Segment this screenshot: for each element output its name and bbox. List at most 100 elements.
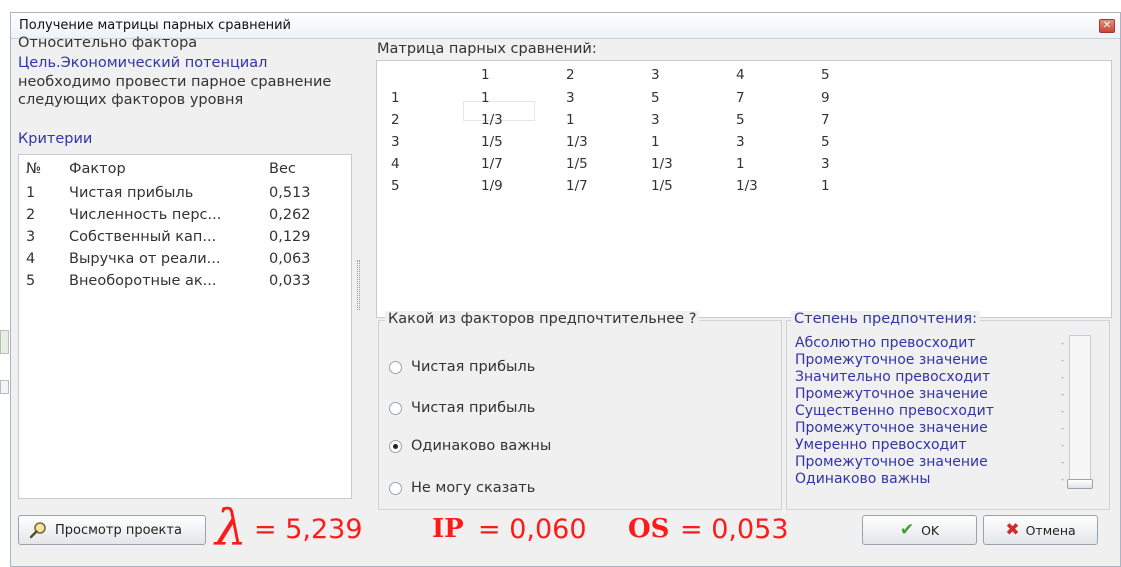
matrix-cell[interactable]: 1 bbox=[736, 156, 745, 172]
radio-label: Чистая прибыль bbox=[411, 400, 536, 416]
matrix-cell[interactable]: 5 bbox=[651, 90, 660, 106]
matrix-cell[interactable]: 1/5 bbox=[481, 134, 503, 150]
matrix-row-header: 5 bbox=[391, 178, 400, 194]
matrix-cell[interactable]: 1/5 bbox=[566, 156, 588, 172]
matrix-cell[interactable]: 1 bbox=[651, 134, 660, 150]
view-project-button[interactable]: Просмотр проекта bbox=[18, 515, 206, 545]
slider-tick: - bbox=[1061, 390, 1065, 400]
radio-button[interactable] bbox=[389, 401, 402, 415]
criteria-label: Критерии bbox=[18, 131, 93, 147]
comparison-matrix[interactable]: 1 2 3 4 5 1 1 3 5 7 9 2 1/3 1 3 5 7 3 1/… bbox=[376, 60, 1112, 318]
matrix-cell[interactable]: 1 bbox=[481, 90, 490, 106]
factor-num: 3 bbox=[26, 229, 36, 245]
column-header-weight: Вес bbox=[269, 161, 296, 177]
matrix-col-header: 2 bbox=[566, 67, 575, 83]
preference-option-factor-b[interactable]: Чистая прибыль bbox=[389, 398, 535, 418]
radio-button[interactable] bbox=[389, 360, 402, 374]
matrix-cell[interactable]: 5 bbox=[821, 134, 830, 150]
matrix-row-header: 1 bbox=[391, 90, 400, 106]
matrix-cell[interactable]: 7 bbox=[736, 90, 745, 106]
ip-value: = 0,060 bbox=[478, 514, 587, 545]
list-item[interactable]: 5 Внеоборотные ак... 0,033 bbox=[19, 273, 351, 295]
matrix-col-header: 4 bbox=[736, 67, 745, 83]
matrix-cell[interactable]: 1/9 bbox=[481, 178, 503, 194]
matrix-row-header: 3 bbox=[391, 134, 400, 150]
factor-num: 1 bbox=[26, 185, 36, 201]
degree-item[interactable]: Умеренно превосходит bbox=[795, 437, 966, 453]
slider-tick: - bbox=[1061, 356, 1065, 366]
os-value: = 0,053 bbox=[680, 514, 789, 545]
panel-splitter[interactable] bbox=[357, 260, 360, 310]
radio-button-selected[interactable] bbox=[389, 439, 402, 453]
preference-option-equal[interactable]: Одинаково важны bbox=[389, 436, 551, 456]
degree-item[interactable]: Абсолютно превосходит bbox=[795, 335, 975, 351]
degree-legend: Степень предпочтения: bbox=[791, 311, 980, 327]
preference-group: Какой из факторов предпочтительнее ? Чис… bbox=[378, 311, 782, 510]
matrix-cell[interactable]: 1 bbox=[566, 112, 575, 128]
ok-button[interactable]: ✔ OK bbox=[862, 515, 977, 545]
matrix-cell[interactable]: 3 bbox=[821, 156, 830, 172]
factor-weight: 0,513 bbox=[269, 185, 311, 201]
checkmark-icon: ✔ bbox=[899, 520, 915, 540]
matrix-col-header: 1 bbox=[481, 67, 490, 83]
factor-num: 5 bbox=[26, 273, 36, 289]
factor-list[interactable]: № Фактор Вес 1 Чистая прибыль 0,513 2 Чи… bbox=[18, 154, 352, 499]
factor-name: Внеоборотные ак... bbox=[69, 273, 217, 289]
degree-item[interactable]: Промежуточное значение bbox=[795, 454, 988, 470]
matrix-cell[interactable]: 5 bbox=[736, 112, 745, 128]
lambda-value: = 5,239 bbox=[254, 514, 363, 545]
matrix-cell[interactable]: 1/5 bbox=[651, 178, 673, 194]
matrix-row-header: 2 bbox=[391, 112, 400, 128]
factor-weight: 0,063 bbox=[269, 251, 311, 267]
matrix-cell[interactable]: 1/7 bbox=[481, 156, 503, 172]
matrix-cell[interactable]: 1/3 bbox=[566, 134, 588, 150]
degree-slider-thumb[interactable] bbox=[1067, 479, 1093, 489]
preference-option-unknown[interactable]: Не могу сказать bbox=[389, 478, 535, 498]
degree-item[interactable]: Промежуточное значение bbox=[795, 352, 988, 368]
factor-num: 2 bbox=[26, 207, 36, 223]
preference-option-factor-a[interactable]: Чистая прибыль bbox=[389, 357, 535, 377]
degree-item[interactable]: Существенно превосходит bbox=[795, 403, 994, 419]
magnifier-icon bbox=[29, 522, 46, 539]
matrix-cell[interactable]: 7 bbox=[821, 112, 830, 128]
factor-name: Чистая прибыль bbox=[69, 185, 194, 201]
column-header-factor: Фактор bbox=[69, 161, 126, 177]
matrix-cell[interactable]: 1/3 bbox=[651, 156, 673, 172]
degree-slider-track[interactable] bbox=[1069, 335, 1091, 483]
close-button[interactable]: ✕ bbox=[1099, 19, 1115, 33]
degree-item[interactable]: Промежуточное значение bbox=[795, 420, 988, 436]
matrix-cell[interactable]: 3 bbox=[566, 90, 575, 106]
degree-item[interactable]: Одинаково важны bbox=[795, 471, 930, 487]
goal-label: Цель.Экономический потенциал bbox=[18, 55, 268, 71]
close-icon: ✕ bbox=[1102, 20, 1112, 31]
matrix-cell[interactable]: 3 bbox=[651, 112, 660, 128]
cancel-button[interactable]: ✖ Отмена bbox=[983, 515, 1098, 545]
slider-tick: - bbox=[1061, 339, 1065, 349]
factor-weight: 0,033 bbox=[269, 273, 311, 289]
ip-label: IP bbox=[432, 514, 464, 544]
degree-item[interactable]: Промежуточное значение bbox=[795, 386, 988, 402]
matrix-cell[interactable]: 1/3 bbox=[736, 178, 758, 194]
matrix-cell[interactable]: 1/7 bbox=[566, 178, 588, 194]
list-item[interactable]: 2 Численность перс... 0,262 bbox=[19, 207, 351, 229]
degree-item[interactable]: Значительно превосходит bbox=[795, 369, 990, 385]
preference-degree-group: Степень предпочтения: Абсолютно превосхо… bbox=[786, 311, 1110, 510]
radio-button[interactable] bbox=[389, 481, 402, 495]
matrix-cell[interactable]: 3 bbox=[736, 134, 745, 150]
list-item[interactable]: 1 Чистая прибыль 0,513 bbox=[19, 185, 351, 207]
matrix-title: Матрица парных сравнений: bbox=[377, 41, 597, 57]
slider-tick: - bbox=[1061, 373, 1065, 383]
relative-factor-label: Относительно фактора bbox=[18, 35, 198, 51]
radio-label: Чистая прибыль bbox=[411, 359, 536, 375]
factor-name: Выручка от реали... bbox=[69, 251, 221, 267]
matrix-cell[interactable]: 1 bbox=[821, 178, 830, 194]
matrix-row-header: 4 bbox=[391, 156, 400, 172]
matrix-cell[interactable]: 1/3 bbox=[481, 112, 503, 128]
slider-tick: - bbox=[1061, 458, 1065, 468]
list-item[interactable]: 4 Выручка от реали... 0,063 bbox=[19, 251, 351, 273]
list-item[interactable]: 3 Собственный кап... 0,129 bbox=[19, 229, 351, 251]
matrix-cell[interactable]: 9 bbox=[821, 90, 830, 106]
cancel-label: Отмена bbox=[1025, 522, 1076, 538]
factor-list-header: № Фактор Вес bbox=[19, 161, 351, 183]
factor-num: 4 bbox=[26, 251, 36, 267]
